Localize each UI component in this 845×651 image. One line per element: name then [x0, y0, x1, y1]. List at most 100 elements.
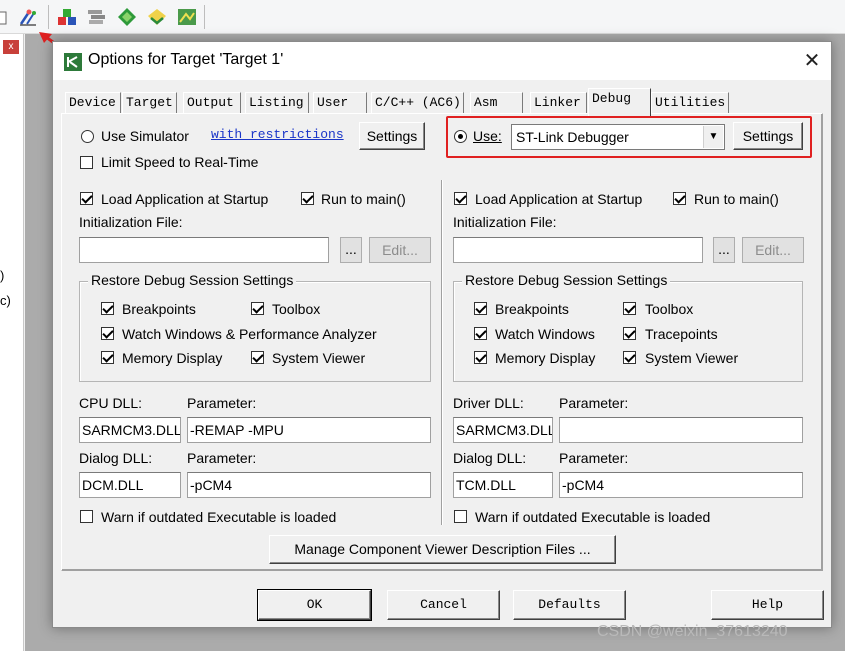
left-edit-button[interactable]: Edit...	[369, 237, 431, 263]
right-run-to-main-label: Run to main()	[694, 191, 779, 207]
cpu-dll-input[interactable]: SARMCM3.DLL	[79, 417, 181, 443]
left-warn-checkbox[interactable]	[80, 510, 93, 523]
right-system-viewer-label: System Viewer	[645, 350, 739, 366]
left-system-viewer-checkbox[interactable]	[251, 351, 264, 364]
right-breakpoints-label: Breakpoints	[495, 301, 569, 317]
ok-button[interactable]: OK	[257, 589, 372, 621]
debugger-select-value: ST-Link Debugger	[516, 129, 629, 145]
right-edit-button[interactable]: Edit...	[742, 237, 804, 263]
right-toolbox-label: Toolbox	[645, 301, 694, 317]
left-load-app-checkbox[interactable]	[80, 192, 93, 205]
left-dialog-parameter-label: Parameter:	[187, 450, 257, 466]
panel-text: c)	[0, 293, 11, 308]
driver-parameter-input[interactable]	[559, 417, 803, 443]
close-panel-icon[interactable]: x	[3, 40, 19, 54]
right-system-viewer-checkbox[interactable]	[623, 351, 636, 364]
select-packs-icon[interactable]	[116, 6, 138, 28]
left-breakpoints-label: Breakpoints	[122, 301, 196, 317]
options-for-target-icon[interactable]	[17, 6, 39, 28]
left-toolbox-label: Toolbox	[272, 301, 321, 317]
cpu-parameter-input[interactable]: -REMAP -MPU	[187, 417, 431, 443]
tab-asm[interactable]: Asm	[470, 92, 523, 114]
right-dialog-dll-label: Dialog DLL:	[453, 450, 527, 466]
left-load-app-label: Load Application at Startup	[101, 191, 269, 207]
help-button[interactable]: Help	[711, 590, 824, 620]
left-watch-checkbox[interactable]	[101, 327, 114, 340]
tab-linker[interactable]: Linker	[530, 92, 587, 114]
tab-device[interactable]: Device	[65, 92, 121, 114]
tab-user[interactable]: User	[313, 92, 367, 114]
driver-dll-input[interactable]: SARMCM3.DLL	[453, 417, 553, 443]
right-watch-label: Watch Windows	[495, 326, 595, 342]
left-system-viewer-label: System Viewer	[272, 350, 366, 366]
right-dialog-parameter-label: Parameter:	[559, 450, 629, 466]
right-browse-button[interactable]: ...	[713, 237, 735, 263]
dialog-titlebar[interactable]: Options for Target 'Target 1' ✕	[53, 42, 831, 80]
manage-component-viewer-button[interactable]: Manage Component Viewer Description File…	[269, 535, 616, 564]
tab-output[interactable]: Output	[183, 92, 241, 114]
right-warn-checkbox[interactable]	[454, 510, 467, 523]
checkbox-icon[interactable]	[0, 6, 8, 28]
right-dialog-parameter-input[interactable]: -pCM4	[559, 472, 803, 498]
left-toolbox-checkbox[interactable]	[251, 302, 264, 315]
right-memory-checkbox[interactable]	[474, 351, 487, 364]
tab-debug[interactable]: Debug	[588, 88, 651, 116]
with-restrictions-link[interactable]: with restrictions	[211, 127, 344, 142]
tab-target[interactable]: Target	[122, 92, 177, 114]
toolbar-separator	[204, 5, 205, 29]
watermark: CSDN @weixin_37613240	[597, 623, 788, 640]
use-debugger-label: Use:	[473, 128, 502, 144]
left-dialog-dll-label: Dialog DLL:	[79, 450, 153, 466]
left-warn-label: Warn if outdated Executable is loaded	[101, 509, 337, 525]
cancel-button[interactable]: Cancel	[387, 590, 500, 620]
tab-listing[interactable]: Listing	[245, 92, 309, 114]
right-breakpoints-checkbox[interactable]	[474, 302, 487, 315]
manage-components-icon[interactable]	[176, 6, 198, 28]
left-breakpoints-checkbox[interactable]	[101, 302, 114, 315]
right-load-app-label: Load Application at Startup	[475, 191, 643, 207]
column-divider	[441, 180, 443, 525]
right-toolbox-checkbox[interactable]	[623, 302, 636, 315]
driver-dll-label: Driver DLL:	[453, 395, 524, 411]
close-icon[interactable]: ✕	[797, 46, 827, 76]
right-load-app-checkbox[interactable]	[454, 192, 467, 205]
use-debugger-radio[interactable]	[454, 130, 467, 143]
right-init-file-label: Initialization File:	[453, 214, 557, 230]
debugger-select[interactable]: ST-Link Debugger ▼	[511, 124, 725, 150]
left-dialog-dll-input[interactable]: DCM.DLL	[79, 472, 181, 498]
left-run-to-main-label: Run to main()	[321, 191, 406, 207]
tab-c-cpp[interactable]: C/C++ (AC6)	[371, 92, 464, 114]
simulator-settings-button[interactable]: Settings	[359, 122, 425, 150]
limit-speed-checkbox[interactable]	[80, 156, 93, 169]
tab-utilities[interactable]: Utilities	[651, 92, 729, 114]
driver-parameter-label: Parameter:	[559, 395, 629, 411]
chevron-down-icon[interactable]: ▼	[703, 126, 723, 148]
right-memory-label: Memory Display	[495, 350, 596, 366]
pack-installer-icon[interactable]	[146, 6, 168, 28]
right-tracepoints-checkbox[interactable]	[623, 327, 636, 340]
use-simulator-label: Use Simulator	[101, 128, 189, 144]
left-init-file-input[interactable]	[79, 237, 329, 263]
use-simulator-radio[interactable]	[81, 130, 94, 143]
right-init-file-input[interactable]	[453, 237, 703, 263]
left-watch-label: Watch Windows & Performance Analyzer	[122, 326, 377, 342]
manage-project-items-icon[interactable]	[56, 6, 78, 28]
right-run-to-main-checkbox[interactable]	[673, 192, 686, 205]
cpu-parameter-label: Parameter:	[187, 395, 257, 411]
keil-app-icon	[64, 53, 82, 71]
defaults-button[interactable]: Defaults	[513, 590, 626, 620]
left-dialog-parameter-input[interactable]: -pCM4	[187, 472, 431, 498]
left-run-to-main-checkbox[interactable]	[301, 192, 314, 205]
toolbar-separator	[48, 5, 49, 29]
project-panel	[0, 34, 24, 651]
cpu-dll-label: CPU DLL:	[79, 395, 143, 411]
left-memory-checkbox[interactable]	[101, 351, 114, 364]
options-dialog: Options for Target 'Target 1' ✕ Device T…	[52, 41, 832, 628]
batch-build-icon[interactable]	[86, 6, 108, 28]
left-init-file-label: Initialization File:	[79, 214, 183, 230]
limit-speed-label: Limit Speed to Real-Time	[101, 154, 259, 170]
debugger-settings-button[interactable]: Settings	[733, 122, 803, 150]
left-browse-button[interactable]: ...	[340, 237, 362, 263]
right-dialog-dll-input[interactable]: TCM.DLL	[453, 472, 553, 498]
right-watch-checkbox[interactable]	[474, 327, 487, 340]
